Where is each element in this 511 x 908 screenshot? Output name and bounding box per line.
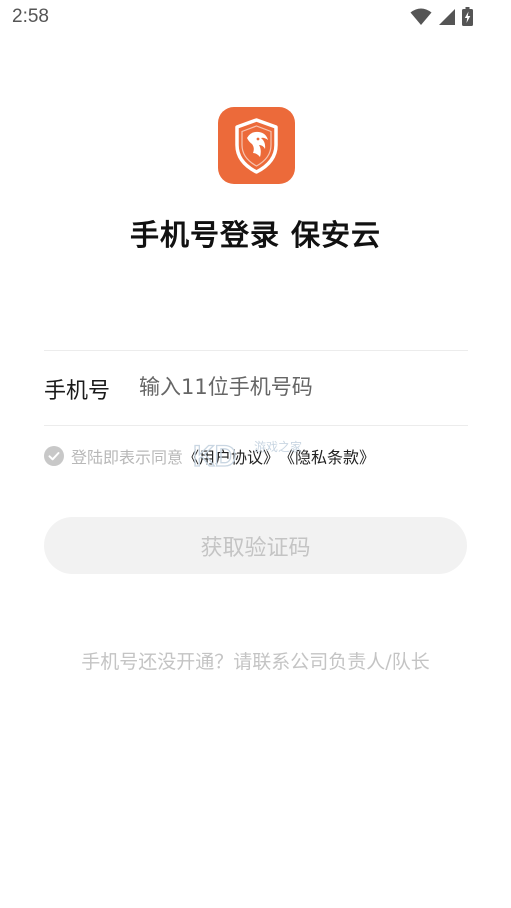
get-code-button[interactable]: 获取验证码 (44, 517, 467, 574)
user-agreement-link[interactable]: 《用户协议》 (183, 444, 279, 468)
agreement-row: 登陆即表示同意 《用户协议》 《隐私条款》 (44, 443, 375, 469)
agreement-checkbox[interactable] (44, 446, 64, 466)
status-icons (410, 7, 473, 26)
phone-field-row: 手机号 (44, 351, 468, 425)
form-divider-bottom (44, 425, 468, 426)
cell-signal-icon (438, 8, 456, 26)
check-circle-icon (48, 452, 60, 461)
wifi-icon (410, 8, 432, 26)
phone-input[interactable] (139, 369, 459, 405)
agreement-prefix-text: 登陆即表示同意 (71, 448, 184, 467)
lion-shield-icon (235, 118, 278, 174)
battery-charging-icon (462, 7, 473, 26)
status-bar: 2:58 (0, 0, 511, 34)
privacy-policy-link[interactable]: 《隐私条款》 (279, 444, 375, 468)
phone-label: 手机号 (44, 379, 111, 404)
status-time: 2:58 (12, 6, 49, 27)
app-logo (218, 107, 295, 184)
page-title: 手机号登录 保安云 (129, 218, 382, 252)
account-help-hint: 手机号还没开通？请联系公司负责人/队长 (81, 651, 430, 673)
